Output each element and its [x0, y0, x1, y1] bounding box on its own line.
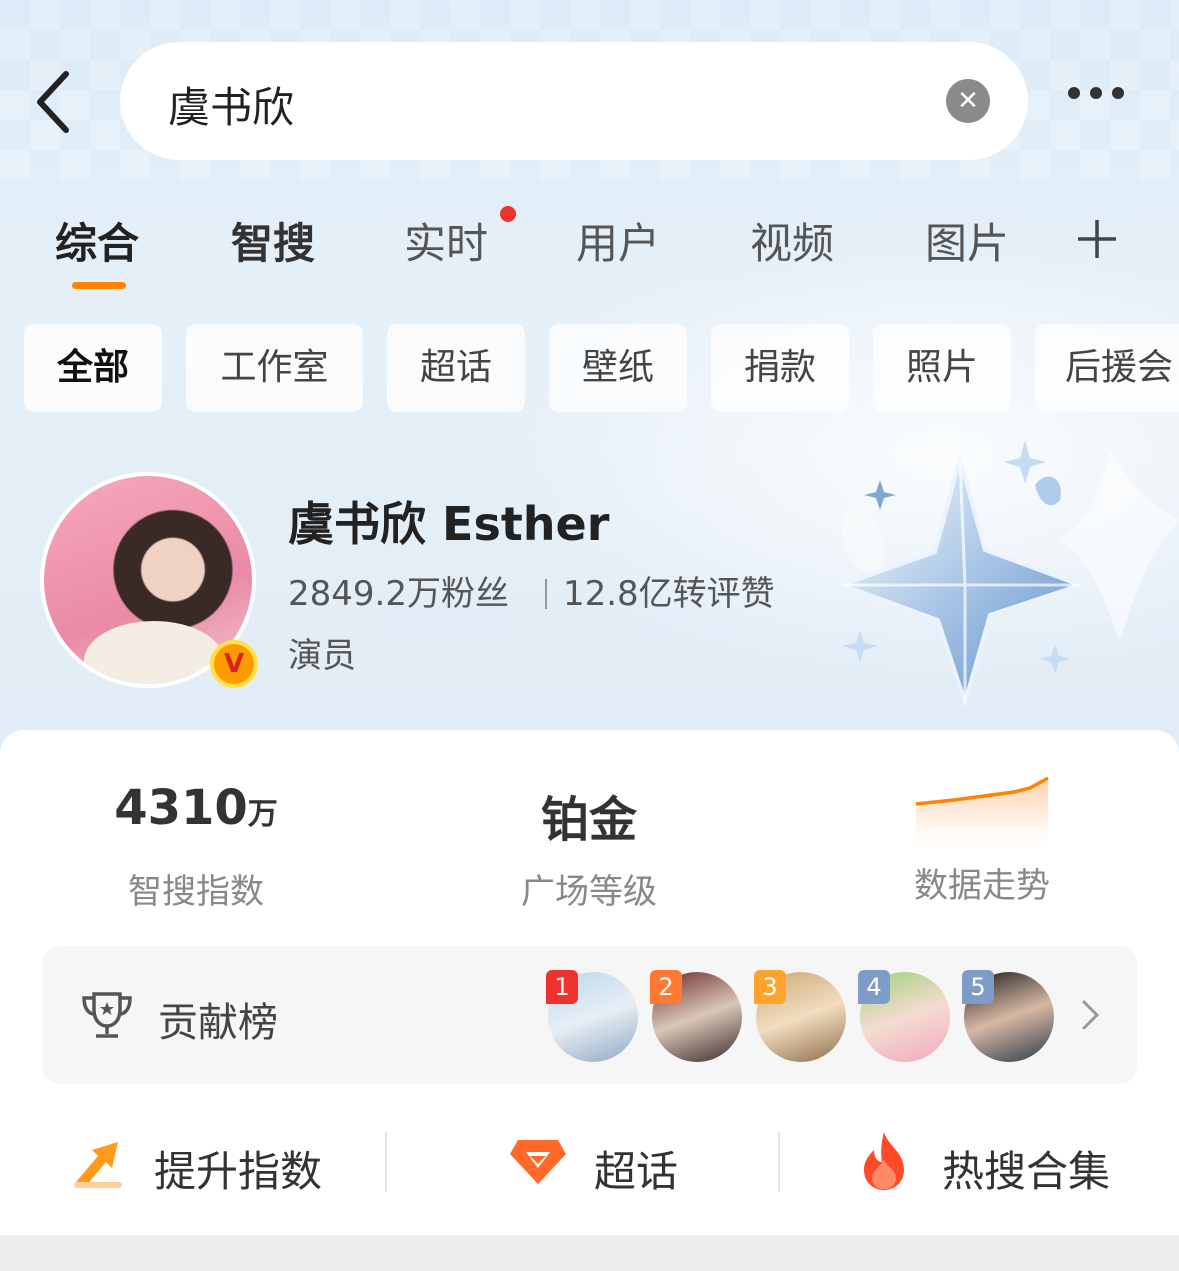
trophy-icon [82, 992, 132, 1038]
profile-name[interactable]: 虞书欣 Esther [288, 488, 609, 554]
star-decoration-icon [836, 440, 1179, 709]
interactions-count: 12.8亿转评赞 [562, 574, 775, 614]
trend-metric: 数据走势 [832, 858, 1132, 907]
chip-donation[interactable]: 捐款 [711, 324, 849, 412]
tab-users[interactable]: 用户 [576, 210, 660, 271]
chip-supertopic[interactable]: 超话 [387, 324, 525, 412]
contribution-label: 贡献榜 [158, 1000, 278, 1046]
search-index-value: 4310 [114, 780, 248, 836]
search-tabs: 综合 智搜 实时 用户 视频 图片 [0, 210, 1179, 300]
hero-header: 虞书欣 ✕ 综合 智搜 实时 用户 视频 图片 全部 工作室 超话 壁纸 捐款 … [0, 0, 1179, 760]
add-tab-icon[interactable] [1076, 218, 1118, 260]
search-index-metric[interactable]: 4310万 智搜指数 [46, 780, 346, 913]
boost-index-button[interactable]: 提升指数 [70, 1130, 360, 1200]
rank-badge: 1 [546, 970, 578, 1004]
more-options-icon[interactable] [1068, 84, 1138, 118]
plaza-level-label: 广场等级 [521, 872, 657, 912]
boost-arrow-icon [74, 1142, 122, 1188]
realtime-notification-dot [500, 206, 516, 222]
fire-icon [864, 1132, 904, 1190]
chip-fan-club[interactable]: 后援会 [1035, 324, 1179, 412]
rank-badge: 2 [650, 970, 682, 1004]
tab-smart-search[interactable]: 智搜 [231, 210, 315, 271]
plaza-level-metric[interactable]: 铂金 广场等级 [439, 780, 739, 913]
search-query-text: 虞书欣 [168, 83, 295, 132]
contribution-leaderboard[interactable]: 贡献榜 1 2 3 4 5 [42, 946, 1137, 1084]
rank-badge: 4 [858, 970, 890, 1004]
followers-count: 2849.2万粉丝 [288, 574, 509, 614]
plaza-level-value: 铂金 [540, 792, 637, 848]
tab-comprehensive[interactable]: 综合 [55, 210, 139, 271]
tab-realtime[interactable]: 实时 [404, 210, 488, 271]
hot-search-collection-button[interactable]: 热搜合集 [856, 1130, 1136, 1200]
verified-badge-icon: V [210, 640, 258, 688]
profile-card: 4310万 智搜指数 铂金 广场等级 数据走势 贡献榜 1 2 3 4 5 提升… [0, 730, 1179, 1235]
supertopic-button[interactable]: 超话 [508, 1130, 708, 1200]
profile-stats: 2849.2万粉丝 12.8亿转评赞 [288, 566, 775, 615]
boost-index-label: 提升指数 [154, 1147, 323, 1196]
chip-studio[interactable]: 工作室 [186, 324, 363, 412]
chip-all[interactable]: 全部 [24, 324, 162, 412]
rank-badge: 3 [754, 970, 786, 1004]
active-tab-indicator [72, 282, 126, 289]
chip-photos[interactable]: 照片 [873, 324, 1011, 412]
back-arrow-icon[interactable] [30, 68, 80, 138]
chip-wallpaper[interactable]: 壁纸 [549, 324, 687, 412]
tab-images[interactable]: 图片 [925, 210, 1009, 271]
trend-label: 数据走势 [914, 866, 1050, 906]
tab-videos[interactable]: 视频 [750, 210, 834, 271]
search-input[interactable]: 虞书欣 ✕ [120, 42, 1028, 160]
chevron-right-icon [1082, 1000, 1100, 1030]
search-index-label: 智搜指数 [128, 872, 264, 912]
action-divider [385, 1132, 387, 1192]
rank-badge: 5 [962, 970, 994, 1004]
supertopic-label: 超话 [594, 1147, 679, 1196]
action-divider [778, 1132, 780, 1192]
trend-chart-icon[interactable] [914, 774, 1050, 850]
supertopic-diamond-icon [510, 1140, 566, 1184]
search-index-unit: 万 [247, 797, 278, 832]
quick-actions: 提升指数 超话 热搜合集 [0, 1114, 1179, 1214]
hot-search-collection-label: 热搜合集 [942, 1147, 1111, 1196]
clear-search-icon[interactable]: ✕ [946, 79, 990, 123]
profile-role: 演员 [288, 636, 356, 676]
